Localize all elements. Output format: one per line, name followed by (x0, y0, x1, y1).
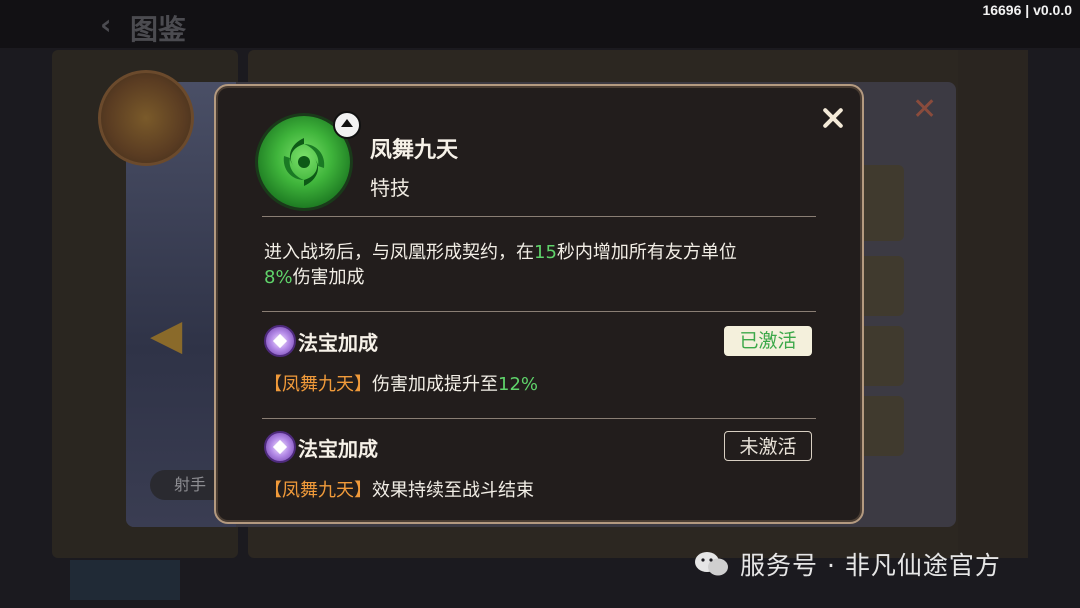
caret-up-icon[interactable] (333, 111, 361, 139)
status-badge-inactive: 未激活 (724, 431, 812, 461)
bonus-value: 12% (498, 374, 539, 395)
background-bottom-thumb (70, 560, 180, 600)
magic-treasure-icon (264, 431, 296, 463)
close-icon[interactable] (812, 98, 852, 138)
page-title: 图鉴 (130, 13, 187, 46)
watermark-text: 服务号 · 非凡仙途官方 (740, 551, 1001, 580)
description-text: 伤害加成 (292, 267, 365, 288)
wechat-icon (695, 552, 728, 576)
bonus-title: 法宝加成 (298, 437, 378, 461)
bonus-text: 效果持续至战斗结束 (372, 480, 534, 501)
character-emblem-icon (98, 70, 194, 166)
skill-name: 凤舞九天 (370, 138, 459, 163)
damage-bonus-value: 8% (264, 267, 293, 288)
skill-description: 进入战场后，与凤凰形成契约，在15秒内增加所有友方单位 8%伤害加成 (264, 240, 824, 290)
divider (262, 311, 816, 312)
bonus-description: 【凤舞九天】伤害加成提升至12% (264, 370, 538, 396)
skill-type: 特技 (370, 176, 410, 200)
bonus-description: 【凤舞九天】效果持续至战斗结束 (264, 476, 534, 502)
phoenix-swirl-graphic (283, 138, 325, 186)
duration-value: 15 (534, 242, 557, 263)
background-right-strip (958, 50, 1028, 558)
magic-treasure-icon (264, 325, 296, 357)
background-close-icon: ✕ (912, 92, 938, 127)
description-text: 进入战场后，与凤凰形成契约，在 (264, 242, 534, 263)
description-text: 秒内增加所有友方单位 (556, 242, 737, 263)
bonus-title: 法宝加成 (298, 331, 378, 355)
bonus-skill-name: 【凤舞九天】 (264, 374, 372, 395)
previous-arrow-icon: ◀ (150, 310, 183, 359)
divider (262, 216, 816, 217)
version-label: 16696 | v0.0.0 (982, 2, 1072, 18)
back-chevron-icon[interactable]: ‹ (100, 8, 112, 41)
bonus-text: 伤害加成提升至 (372, 374, 498, 395)
bonus-skill-name: 【凤舞九天】 (264, 480, 372, 501)
status-badge-activated: 已激活 (724, 326, 812, 356)
divider (262, 418, 816, 419)
